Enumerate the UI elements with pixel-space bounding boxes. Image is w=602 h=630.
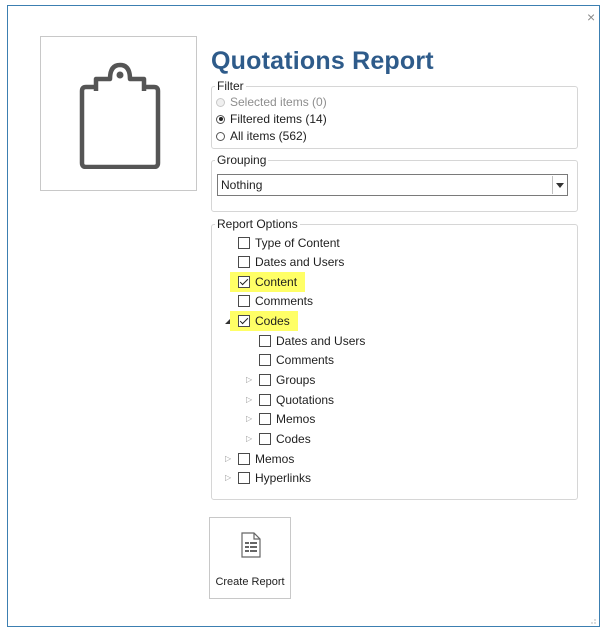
grouping-legend: Grouping — [217, 153, 267, 167]
tree-item-label: Memos — [276, 412, 316, 426]
radio-filtered-items[interactable] — [216, 114, 225, 124]
report-document-icon — [241, 532, 261, 558]
clipboard-icon — [79, 62, 161, 169]
checkbox[interactable] — [259, 335, 271, 347]
tree-item-label: Codes — [255, 314, 290, 328]
expand-triangle-icon[interactable]: ▷ — [225, 454, 231, 464]
tree-item-hyperlinks[interactable]: Hyperlinks — [238, 468, 311, 488]
tree-item-comments[interactable]: Comments — [238, 291, 313, 311]
expand-triangle-icon[interactable]: ▷ — [246, 395, 252, 405]
checkbox[interactable] — [238, 472, 250, 484]
checkbox[interactable] — [238, 256, 250, 268]
report-options-legend: Report Options — [217, 217, 298, 231]
tree-item-codes-quotations[interactable]: Quotations — [259, 390, 334, 410]
tree-item-label: Dates and Users — [255, 255, 345, 269]
grouping-selected-value: Nothing — [221, 178, 263, 192]
tree-item-memos[interactable]: Memos — [238, 449, 294, 469]
page-title: Quotations Report — [211, 47, 434, 75]
expand-triangle-icon[interactable]: ▷ — [246, 375, 252, 385]
tree-item-label: Comments — [276, 353, 335, 367]
tree-item-content[interactable]: Content — [230, 272, 306, 292]
expand-triangle-icon[interactable]: ▷ — [246, 434, 252, 444]
checkbox[interactable] — [238, 276, 250, 288]
create-report-button[interactable]: Create Report — [209, 517, 291, 599]
radio-all-items[interactable] — [216, 131, 225, 141]
tree-item-label: Memos — [255, 452, 295, 466]
tree-item-type-of-content[interactable]: Type of Content — [238, 233, 340, 253]
tree-item-codes-codes[interactable]: Codes — [259, 429, 311, 449]
filter-legend: Filter — [217, 79, 244, 93]
filter-option-label: Filtered items (14) — [230, 112, 327, 126]
filter-option-selected: Selected items (0) — [216, 93, 327, 111]
tree-item-codes-groups[interactable]: Groups — [259, 370, 315, 390]
tree-item-codes-comments[interactable]: Comments — [259, 350, 334, 370]
tree-item-label: Dates and Users — [276, 334, 366, 348]
clipboard-logo — [40, 36, 197, 191]
tree-item-codes-dates-and-users[interactable]: Dates and Users — [259, 331, 365, 351]
expand-triangle-icon[interactable]: ▷ — [225, 473, 231, 483]
checkbox[interactable] — [238, 237, 250, 249]
checkbox[interactable] — [259, 413, 271, 425]
chevron-down-icon[interactable] — [552, 176, 566, 194]
filter-option-label: Selected items (0) — [230, 95, 327, 109]
tree-item-label: Comments — [255, 294, 314, 308]
tree-item-label: Type of Content — [255, 236, 340, 250]
tree-item-label: Quotations — [276, 393, 335, 407]
checkbox[interactable] — [238, 295, 250, 307]
checkbox[interactable] — [259, 374, 271, 386]
tree-item-dates-and-users[interactable]: Dates and Users — [238, 252, 344, 272]
filter-option-filtered[interactable]: Filtered items (14) — [216, 110, 327, 128]
radio-selected-items — [216, 97, 225, 107]
tree-item-label: Codes — [276, 432, 311, 446]
checkbox[interactable] — [259, 433, 271, 445]
checkbox[interactable] — [259, 354, 271, 366]
grouping-select[interactable]: Nothing — [217, 174, 568, 196]
checkbox[interactable] — [259, 394, 271, 406]
tree-item-codes-memos[interactable]: Memos — [259, 409, 315, 429]
tree-item-label: Groups — [276, 373, 316, 387]
create-report-label: Create Report — [215, 576, 285, 588]
close-icon[interactable]: × — [587, 10, 595, 24]
tree-item-label: Content — [255, 275, 298, 289]
filter-option-all[interactable]: All items (562) — [216, 127, 307, 145]
tree-item-label: Hyperlinks — [255, 471, 312, 485]
checkbox[interactable] — [238, 315, 250, 327]
expand-triangle-icon[interactable]: ▷ — [246, 414, 252, 424]
checkbox[interactable] — [238, 453, 250, 465]
filter-option-label: All items (562) — [230, 129, 307, 143]
tree-item-codes[interactable]: Codes — [230, 311, 298, 331]
resize-grip-icon[interactable] — [590, 618, 596, 624]
